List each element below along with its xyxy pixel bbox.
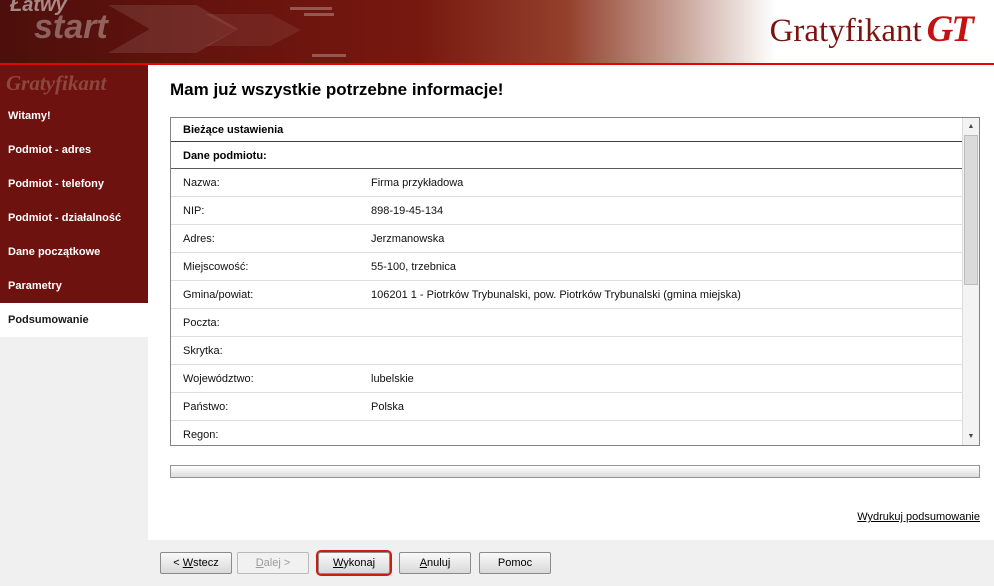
button-label-part: ykonaj: [343, 557, 376, 569]
field-value: 898-19-45-134: [371, 204, 444, 217]
table-row: Regon:: [171, 421, 962, 445]
print-summary-link[interactable]: Wydrukuj podsumowanie: [857, 511, 980, 523]
scroll-down-icon[interactable]: ▼: [963, 428, 979, 445]
field-label: Nazwa:: [183, 176, 220, 189]
logo-gt-icon: GT: [926, 9, 974, 50]
field-label: Regon:: [183, 428, 219, 441]
table-row: Miejscowość: 55-100, trzebnica: [171, 253, 962, 281]
sidebar-item-label: Dane początkowe: [8, 246, 101, 258]
sidebar-item-podmiot-dzialalnosc[interactable]: Podmiot - działalność: [0, 201, 148, 235]
sidebar-item-parametry[interactable]: Parametry: [0, 269, 148, 303]
summary-panel: Bieżące ustawienia Dane podmiotu: Nazwa:…: [170, 117, 980, 446]
next-button[interactable]: Dalej >: [237, 552, 309, 574]
field-value: Polska: [371, 400, 405, 413]
field-value: Jerzmanowska: [371, 232, 445, 245]
table-row: Nazwa: Firma przykładowa: [171, 169, 962, 197]
button-label-part: alej >: [263, 557, 291, 569]
button-label-part: stecz: [193, 557, 219, 569]
button-label-part: <: [173, 557, 183, 569]
button-label-mnemonic: A: [419, 557, 428, 569]
button-label-mnemonic: W: [182, 557, 194, 569]
table-row: Adres: Jerzmanowska: [171, 225, 962, 253]
footer-bar: < Wstecz Dalej > Wykonaj Anuluj Pomoc: [0, 540, 994, 586]
sidebar-item-label: Podmiot - telefony: [8, 178, 104, 190]
table-row: Województwo: lubelskie: [171, 365, 962, 393]
sidebar-item-label: Podmiot - działalność: [8, 212, 122, 224]
sidebar-item-label: Podsumowanie: [8, 314, 89, 326]
sidebar-item-label: Podmiot - adres: [8, 144, 92, 156]
table-row: Poczta:: [171, 309, 962, 337]
section-header: Dane podmiotu:: [171, 142, 962, 169]
button-label-part: Pomoc: [497, 557, 533, 569]
field-label: Skrytka:: [183, 344, 223, 357]
cancel-button[interactable]: Anuluj: [399, 552, 471, 574]
sidebar-item-dane-poczatkowe[interactable]: Dane początkowe: [0, 235, 148, 269]
header-decoration-lines: [290, 7, 332, 10]
field-value: 106201 1 - Piotrków Trybunalski, pow. Pi…: [371, 288, 741, 301]
header-banner: Łatwy start Gratyfikant GT: [0, 0, 994, 63]
header-decoration-lines: [312, 54, 346, 57]
sidebar-item-podmiot-telefony[interactable]: Podmiot - telefony: [0, 167, 148, 201]
table-row: Gmina/powiat: 106201 1 - Piotrków Trybun…: [171, 281, 962, 309]
back-button[interactable]: < Wstecz: [160, 552, 232, 574]
watermark-gratyfikant: Gratyfikant: [6, 71, 107, 95]
header-decoration-lines: [304, 13, 334, 16]
field-label: Miejscowość:: [183, 260, 249, 273]
table-row: Państwo: Polska: [171, 393, 962, 421]
sidebar-item-podmiot-adres[interactable]: Podmiot - adres: [0, 133, 148, 167]
table-row: NIP: 898-19-45-134: [171, 197, 962, 225]
sidebar-item-podsumowanie[interactable]: Podsumowanie: [0, 303, 148, 337]
button-label-mnemonic: W: [332, 557, 344, 569]
field-value: Firma przykładowa: [371, 176, 464, 189]
main-content: Mam już wszystkie potrzebne informacje! …: [148, 65, 994, 540]
field-label: Adres:: [183, 232, 215, 245]
field-label: Województwo:: [183, 372, 254, 385]
sidebar-item-label: Parametry: [8, 280, 62, 292]
field-value: 55-100, trzebnica: [371, 260, 456, 273]
button-label-part: nuluj: [427, 557, 451, 569]
progress-bar: [170, 465, 980, 478]
sidebar-item-label: Witamy!: [8, 110, 51, 122]
help-button[interactable]: Pomoc: [479, 552, 551, 574]
summary-panel-content: Bieżące ustawienia Dane podmiotu: Nazwa:…: [171, 118, 962, 445]
field-label: NIP:: [183, 204, 205, 217]
field-label: Poczta:: [183, 316, 220, 329]
wizard-steps-sidebar: Gratyfikant Witamy! Podmiot - adres Podm…: [0, 65, 148, 337]
app-logo: Gratyfikant GT: [769, 8, 974, 51]
field-label: Gmina/powiat:: [183, 288, 254, 301]
scrollbar-thumb[interactable]: [964, 135, 978, 285]
scroll-up-icon[interactable]: ▲: [963, 118, 979, 135]
page-title: Mam już wszystkie potrzebne informacje!: [170, 80, 504, 99]
field-value: lubelskie: [371, 372, 414, 385]
vertical-scrollbar[interactable]: ▲ ▼: [962, 118, 979, 445]
panel-header: Bieżące ustawienia: [171, 118, 962, 142]
button-label-mnemonic: D: [255, 557, 264, 569]
table-row: Skrytka:: [171, 337, 962, 365]
sidebar-item-witamy[interactable]: Witamy!: [0, 99, 148, 133]
execute-button[interactable]: Wykonaj: [318, 552, 390, 574]
field-label: Państwo:: [183, 400, 229, 413]
logo-text: Gratyfikant: [769, 13, 922, 49]
watermark-start: start: [34, 8, 108, 46]
